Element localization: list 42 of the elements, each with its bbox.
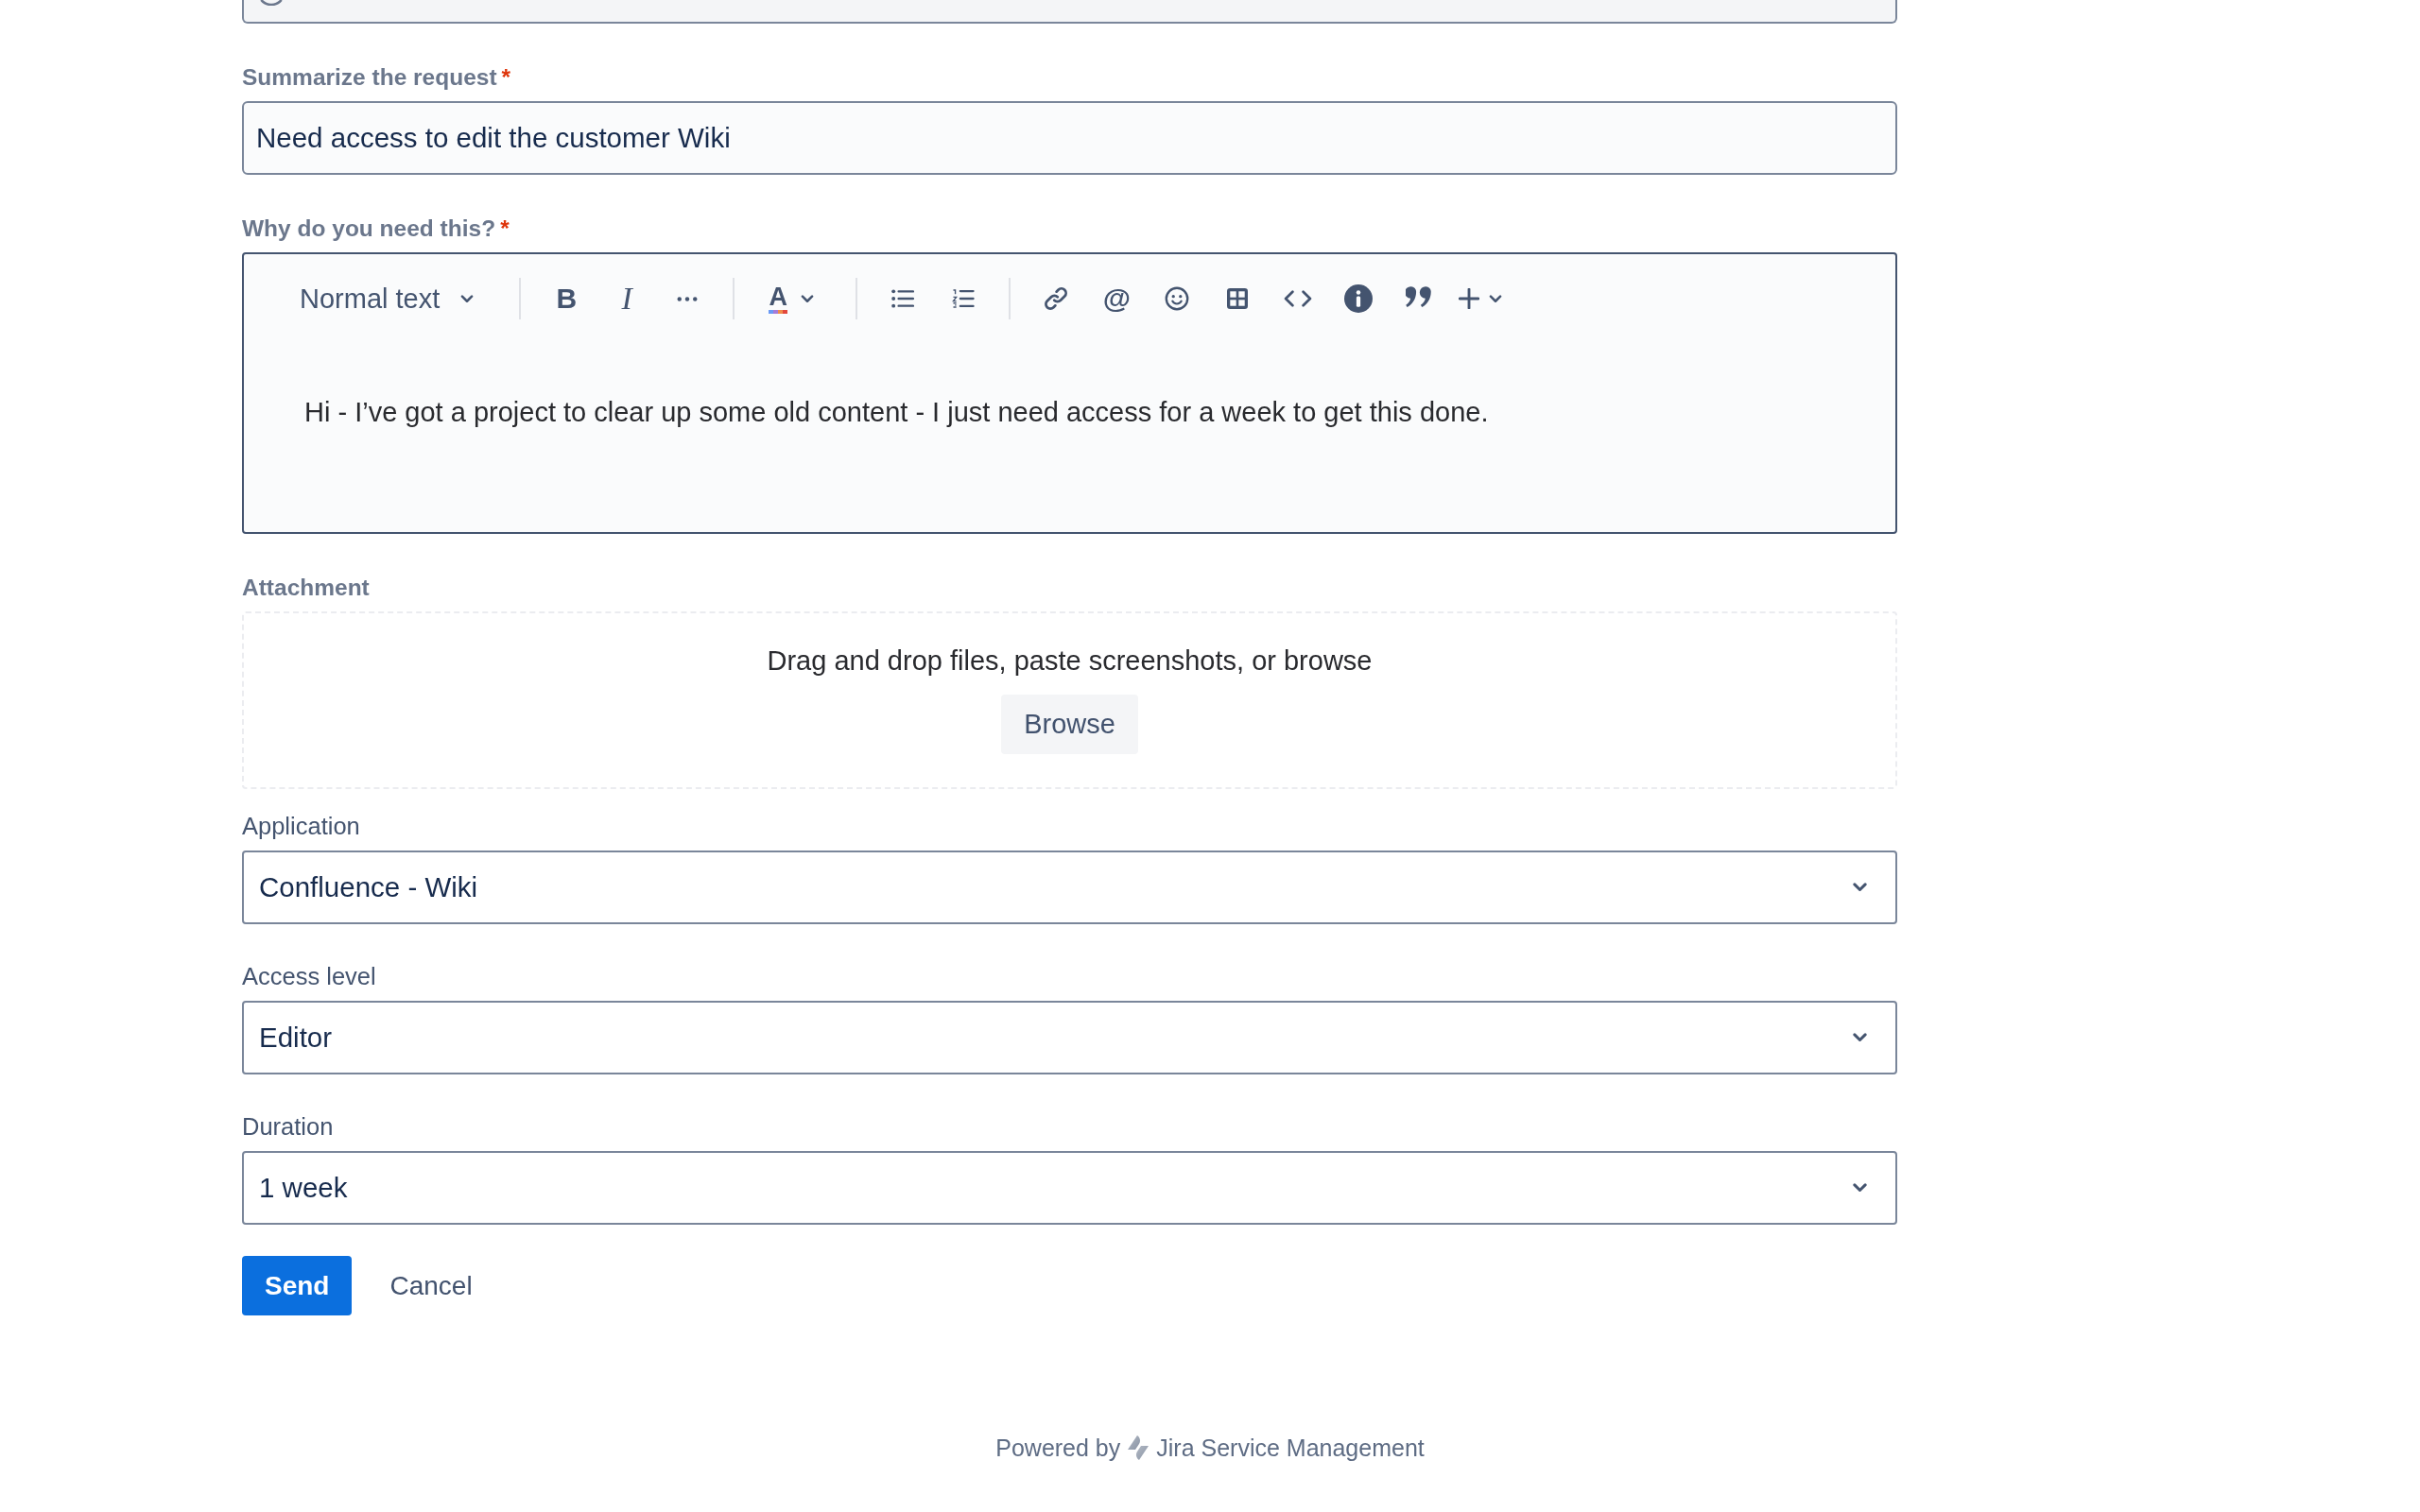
dropdown-select[interactable]: Editor (242, 1001, 1897, 1074)
field-label: Application (242, 812, 360, 840)
text-style-dropdown[interactable]: Normal text (288, 276, 490, 321)
footer-text: Powered by (995, 1434, 1121, 1463)
send-button[interactable]: Send (242, 1256, 353, 1315)
emoji-icon (1165, 286, 1190, 311)
editor-text: Hi - I’ve got a project to clear up some old content - I just need access for a week to get this done. (304, 396, 1490, 429)
field-label: Why do you need this? (242, 215, 496, 243)
bullet-list-icon (891, 289, 915, 308)
required-mark: * (500, 215, 510, 243)
link-icon (1044, 286, 1069, 311)
italic-button[interactable]: I (604, 276, 650, 321)
cancel-button[interactable]: Cancel (367, 1256, 495, 1315)
color-bar-icon (769, 309, 788, 314)
chevron-down-icon (1853, 1183, 1867, 1193)
chevron-down-icon (1853, 1033, 1867, 1042)
rich-text-editor[interactable]: Normal text B I A @ Hi - I’ve got a project to clear up some old content - I just need access for a week to get this done. (242, 252, 1897, 534)
required-mark: * (501, 63, 511, 92)
chevron-down-icon (1853, 883, 1867, 892)
info-icon (1344, 284, 1374, 313)
table-icon (1227, 288, 1249, 309)
drop-hint: Drag and drop files, paste screenshots, or browse (767, 644, 1373, 678)
code-icon (1284, 290, 1313, 307)
mention-button[interactable]: @ (1094, 276, 1140, 321)
numbered-list-icon (952, 289, 976, 308)
caret-icon (1489, 294, 1503, 303)
field-label: Access level (242, 962, 376, 990)
file-drop-zone[interactable]: Drag and drop files, paste screenshots, or browse Browse (242, 611, 1897, 789)
field-label: Attachment (242, 574, 370, 602)
product-name: Jira Service Management (1156, 1434, 1425, 1463)
caret-icon (460, 294, 475, 303)
field-label: Duration (242, 1112, 334, 1141)
field-label: Summarize the request (242, 63, 497, 92)
text-field[interactable]: Need access to edit the customer Wiki (242, 101, 1897, 175)
bold-button[interactable]: B (544, 276, 590, 321)
more-icon (677, 296, 699, 301)
browse-button[interactable]: Browse (1001, 695, 1138, 754)
dropdown-select[interactable]: 1 week (242, 1151, 1897, 1225)
text-color-button[interactable]: A (757, 276, 834, 321)
caret-icon (801, 294, 815, 303)
dropdown-select[interactable]: Confluence - Wiki (242, 850, 1897, 924)
plus-icon (1459, 288, 1480, 309)
